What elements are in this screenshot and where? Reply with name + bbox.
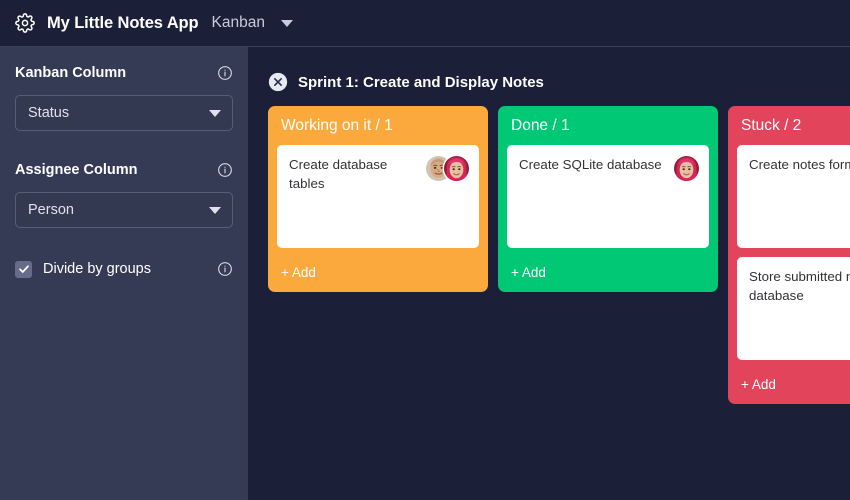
assignee-column-field-header: Assignee Column <box>15 159 233 181</box>
group-title: Sprint 1: Create and Display Notes <box>298 73 544 91</box>
group-header: Sprint 1: Create and Display Notes <box>248 47 850 92</box>
kanban-card-text: Create database tables <box>289 157 388 191</box>
info-icon[interactable] <box>216 261 233 278</box>
divide-by-groups-row: Divide by groups <box>15 258 233 280</box>
settings-sidebar: Kanban Column Status Assignee Column Per… <box>0 47 248 500</box>
gear-icon[interactable] <box>12 10 38 36</box>
assignee-column-select[interactable]: Person <box>15 192 233 228</box>
kanban-card-avatars <box>426 155 469 181</box>
info-icon[interactable] <box>216 65 233 82</box>
kanban-card[interactable]: Store submitted notes in database <box>737 257 850 360</box>
kanban-card[interactable]: Create SQLite database <box>507 145 709 248</box>
add-card-button[interactable]: + Add <box>277 257 479 292</box>
kanban-column-stuck: Stuck / 2 Create notes form Store submit… <box>728 106 850 404</box>
kanban-column-title: Stuck / 2 <box>741 117 802 134</box>
kanban-card[interactable]: Create notes form <box>737 145 850 248</box>
info-icon[interactable] <box>216 162 233 179</box>
kanban-column-field-header: Kanban Column <box>15 62 233 84</box>
kanban-columns: Working on it / 1 Create database tables <box>248 92 850 404</box>
avatar-pink-hair[interactable] <box>444 156 469 181</box>
divide-by-groups-label: Divide by groups <box>43 261 151 277</box>
kanban-card-text: Create notes form <box>749 157 850 172</box>
app-header: My Little Notes App Kanban <box>0 0 850 47</box>
divide-by-groups-checkbox[interactable] <box>15 260 32 278</box>
chevron-down-icon <box>209 109 221 117</box>
kanban-card-text: Store submitted notes in database <box>749 269 850 303</box>
board-selector-label: Kanban <box>211 14 265 31</box>
kanban-column-select-value: Status <box>28 105 70 121</box>
kanban-column-working-on-it: Working on it / 1 Create database tables <box>268 106 488 292</box>
assignee-column-label: Assignee Column <box>15 162 138 178</box>
kanban-column-title: Working on it / 1 <box>281 117 393 134</box>
kanban-app: My Little Notes App Kanban Kanban Column… <box>0 0 850 500</box>
circle-x-icon[interactable] <box>268 72 288 92</box>
kanban-card[interactable]: Create database tables <box>277 145 479 248</box>
kanban-column-done: Done / 1 Create SQLite database + Add <box>498 106 718 292</box>
assignee-column-select-value: Person <box>28 202 74 218</box>
kanban-card-avatars <box>674 155 699 181</box>
add-card-button[interactable]: + Add <box>507 257 709 292</box>
app-title: My Little Notes App <box>47 13 199 32</box>
kanban-column-label: Kanban Column <box>15 65 127 81</box>
kanban-board: Sprint 1: Create and Display Notes Worki… <box>248 47 850 500</box>
kanban-column-select[interactable]: Status <box>15 95 233 131</box>
add-card-button[interactable]: + Add <box>737 369 850 404</box>
kanban-card-text: Create SQLite database <box>519 157 662 172</box>
board-selector[interactable]: Kanban <box>212 14 293 32</box>
chevron-down-icon <box>209 206 221 214</box>
chevron-down-icon <box>280 19 293 27</box>
kanban-column-title: Done / 1 <box>511 117 570 134</box>
avatar-pink-hair[interactable] <box>674 156 699 181</box>
